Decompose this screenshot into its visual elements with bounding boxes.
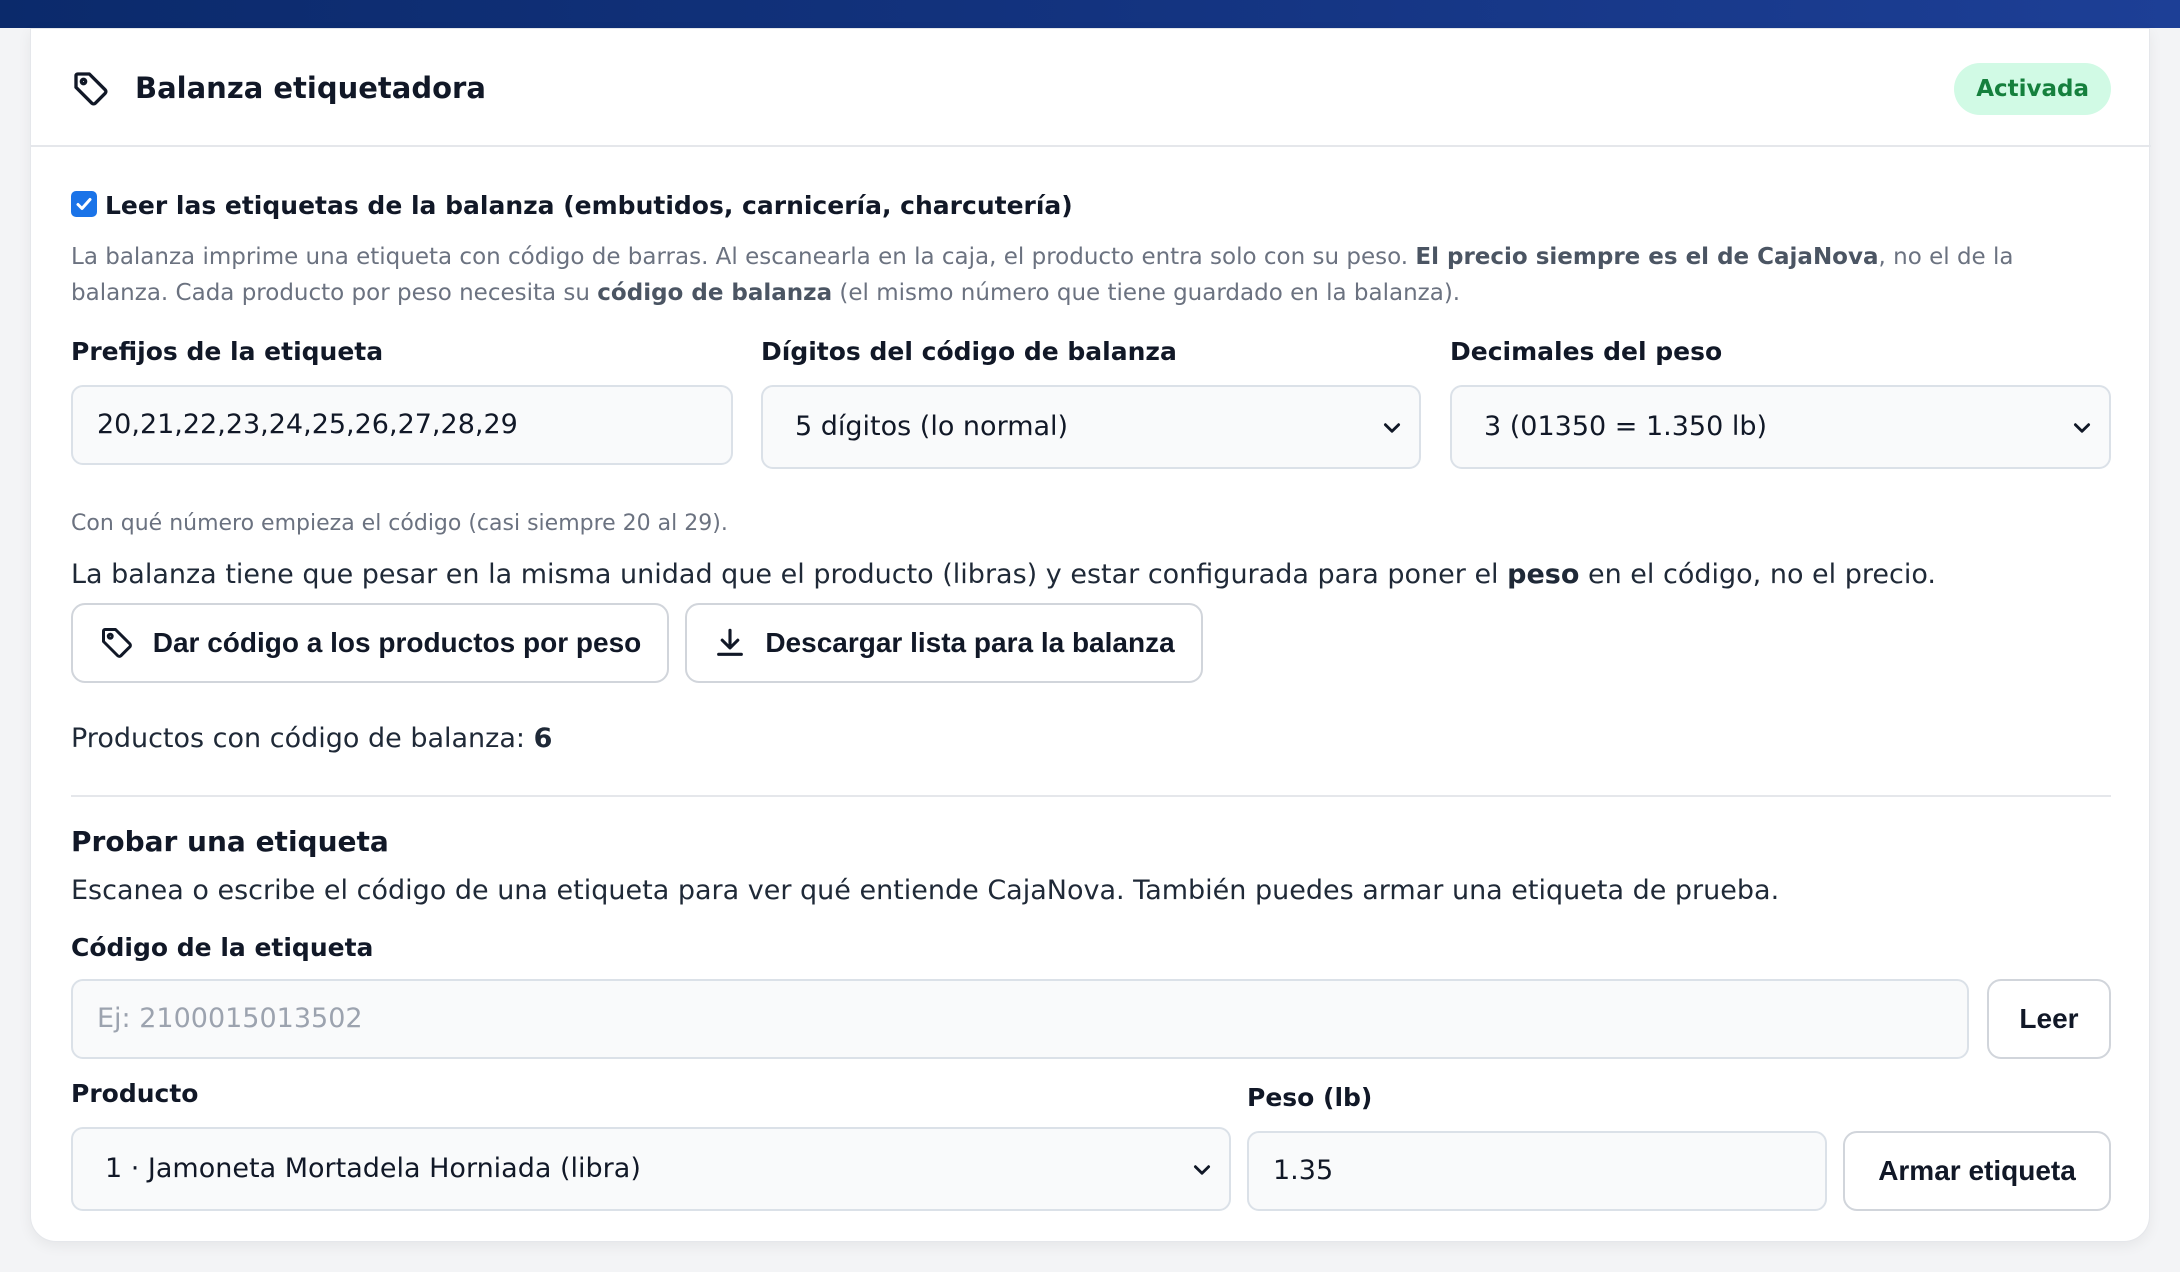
product-select[interactable]: 1 · Jamoneta Mortadela Horniada (libra) [71, 1127, 1231, 1211]
product-label: Producto [71, 1079, 199, 1108]
digits-label: Dígitos del código de balanza [761, 337, 1177, 366]
decimals-select[interactable]: 3 (01350 = 1.350 lb) [1450, 385, 2111, 469]
download-list-label: Descargar lista para la balanza [765, 627, 1175, 658]
tag-icon [101, 628, 132, 658]
test-section-title: Probar una etiqueta [71, 825, 389, 858]
digits-selected-value: 5 dígitos (lo normal) [795, 411, 1069, 442]
chevron-down-icon [1383, 423, 1401, 433]
assign-codes-button[interactable]: Dar código a los productos por peso [71, 603, 669, 683]
description-emphasis: El precio siempre es el de CajaNova [1415, 244, 1879, 270]
top-bar [0, 0, 2180, 28]
build-label-button[interactable]: Armar etiqueta [1843, 1131, 2111, 1211]
card-header: Balanza etiquetadora Activada [31, 29, 2151, 147]
decimals-selected-value: 3 (01350 = 1.350 lb) [1484, 411, 1768, 442]
download-list-button[interactable]: Descargar lista para la balanza [685, 603, 1203, 683]
chevron-down-icon [1193, 1165, 1211, 1175]
description-text: (el mismo número que tiene guardado en l… [832, 280, 1461, 306]
build-label-button-label: Armar etiqueta [1878, 1155, 2076, 1186]
products-count-label: Productos con código de balanza: [71, 723, 534, 754]
prefixes-hint: Con qué número empieza el código (casi s… [71, 511, 728, 536]
assign-codes-label: Dar código a los productos por peso [152, 627, 642, 658]
test-section-description: Escanea o escribe el código de una etiqu… [71, 875, 1780, 906]
chevron-down-icon [2073, 423, 2091, 433]
status-badge: Activada [1954, 63, 2111, 115]
download-icon [717, 628, 744, 656]
section-divider [71, 795, 2111, 797]
weight-label: Peso (lb) [1247, 1083, 1373, 1112]
products-count-value: 6 [533, 723, 553, 754]
read-labels-label[interactable]: Leer las etiquetas de la balanza (embuti… [105, 191, 1073, 220]
prefixes-input[interactable]: 20,21,22,23,24,25,26,27,28,29 [71, 385, 733, 465]
feature-description: La balanza imprime una etiqueta con códi… [71, 239, 2111, 311]
read-button-label: Leer [2019, 1003, 2079, 1034]
unit-note-text: La balanza tiene que pesar en la misma u… [71, 559, 1508, 590]
read-button[interactable]: Leer [1987, 979, 2111, 1059]
label-code-label: Código de la etiqueta [71, 933, 374, 962]
prefixes-label: Prefijos de la etiqueta [71, 337, 384, 366]
scale-settings-card: Balanza etiquetadora Activada Leer las e… [30, 28, 2151, 1242]
read-labels-checkbox[interactable] [71, 191, 97, 217]
digits-select[interactable]: 5 dígitos (lo normal) [761, 385, 1421, 469]
product-selected-value: 1 · Jamoneta Mortadela Horniada (libra) [105, 1153, 641, 1184]
card-title: Balanza etiquetadora [135, 71, 486, 105]
weight-input[interactable]: 1.35 [1247, 1131, 1827, 1211]
description-emphasis: código de balanza [597, 280, 833, 306]
decimals-label: Decimales del peso [1450, 337, 1723, 366]
tag-icon [74, 72, 108, 106]
unit-note-text: en el código, no el precio. [1579, 559, 1936, 590]
unit-note: La balanza tiene que pesar en la misma u… [71, 559, 1936, 590]
description-text: La balanza imprime una etiqueta con códi… [71, 244, 1416, 270]
unit-note-emphasis: peso [1507, 559, 1580, 590]
label-code-input[interactable]: Ej: 2100015013502 [71, 979, 1969, 1059]
checkmark-icon [76, 198, 92, 210]
products-count: Productos con código de balanza: 6 [71, 723, 552, 754]
